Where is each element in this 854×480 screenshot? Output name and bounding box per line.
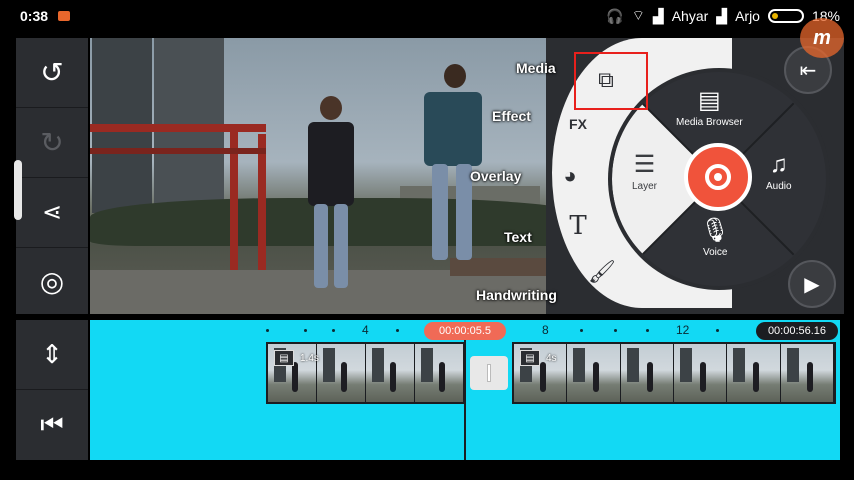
- voice-label: Voice: [703, 247, 728, 258]
- ruler-tick: [396, 329, 399, 332]
- status-right: 🎧 ⌔ ▟ Ahyar ▟ Arjo 18%: [606, 7, 840, 25]
- playhead[interactable]: [464, 340, 466, 460]
- status-time: 0:38: [20, 8, 49, 24]
- share-button[interactable]: ⋖: [16, 178, 88, 248]
- effect-label: Effect: [492, 108, 531, 124]
- total-time: 00:00:56.16: [756, 322, 838, 340]
- timeline-expand-icon: ⇕: [41, 339, 63, 369]
- layer-label: Layer: [632, 181, 658, 192]
- media-label: Media: [516, 60, 556, 76]
- audio-button[interactable]: ♫ Audio: [766, 151, 792, 193]
- settings-icon: ◎: [39, 265, 65, 297]
- panel-drag-handle[interactable]: [14, 160, 22, 220]
- timeline-toolbar: ⇕ ⏮: [16, 320, 88, 460]
- status-bar: 0:38 🎧 ⌔ ▟ Ahyar ▟ Arjo 18%: [0, 0, 854, 32]
- share-icon: ⋖: [41, 199, 63, 226]
- clip-type-icon: ▤: [274, 350, 294, 366]
- left-toolbar: ↺ ↻ ⋖ ◎: [16, 38, 88, 314]
- audio-label: Audio: [766, 181, 792, 192]
- redo-icon: ↻: [40, 127, 64, 158]
- ruler-tick: [580, 329, 583, 332]
- record-button[interactable]: [684, 143, 752, 211]
- preview-bar-top: [90, 124, 266, 132]
- skip-to-start-icon: ⏮: [40, 409, 64, 439]
- layer-button[interactable]: ☰ Layer: [632, 151, 658, 193]
- brush-icon[interactable]: 🖌: [586, 256, 618, 288]
- play-icon: ▶: [804, 273, 820, 296]
- ruler-tick: [332, 329, 335, 332]
- text-icon[interactable]: T: [562, 210, 594, 242]
- battery-icon: [767, 9, 804, 23]
- voice-button[interactable]: 🎙 Voice: [700, 217, 731, 259]
- notification-icon: [58, 11, 70, 21]
- fx-icon[interactable]: FX: [562, 108, 594, 140]
- microphone-icon: 🎙: [700, 217, 731, 244]
- camera-shutter-icon: [705, 164, 731, 190]
- overlay-icon[interactable]: ◕: [554, 160, 586, 192]
- skip-to-start-button[interactable]: ⏮: [16, 390, 88, 460]
- preview-bar-middle: [90, 148, 266, 154]
- clip-2-duration: 4s: [546, 353, 557, 364]
- carrier-2: Arjo: [735, 8, 760, 24]
- layers-icon: ☰: [633, 151, 656, 178]
- ruler-tick: [646, 329, 649, 332]
- carrier-1: Ahyar: [671, 8, 709, 24]
- signal-icon-2: ▟: [716, 7, 728, 24]
- media-highlight-box: [574, 52, 648, 110]
- text-label: Text: [504, 229, 532, 245]
- headphones-icon: 🎧: [606, 7, 624, 24]
- folder-icon: ▤: [698, 87, 721, 114]
- transition-button[interactable]: [470, 356, 508, 390]
- media-browser-button[interactable]: ▤ Media Browser: [676, 87, 743, 129]
- undo-icon: ↺: [40, 57, 64, 88]
- overlay-label: Overlay: [470, 168, 522, 184]
- preview-bar-post-2: [258, 134, 266, 280]
- handwriting-label: Handwriting: [476, 287, 557, 303]
- video-clip-2[interactable]: [512, 342, 836, 404]
- media-browser-label: Media Browser: [676, 117, 743, 128]
- undo-button[interactable]: ↺: [16, 38, 88, 108]
- play-button[interactable]: ▶: [788, 260, 836, 308]
- music-note-icon: ♫: [769, 151, 788, 178]
- transition-icon: [487, 364, 491, 382]
- signal-icon: ▟: [652, 7, 664, 24]
- clip-type-icon: ▤: [520, 350, 540, 366]
- ruler-label: 12: [676, 323, 690, 337]
- watermark-logo: m: [800, 18, 844, 58]
- ruler-tick: [304, 329, 307, 332]
- timeline-expand-button[interactable]: ⇕: [16, 320, 88, 390]
- wifi-icon: ⌔: [631, 7, 645, 23]
- ruler-label: 8: [542, 323, 549, 337]
- clip-1-duration: 1.4s: [300, 353, 319, 364]
- current-time: 00:00:05.5: [424, 322, 506, 340]
- ruler-tick: [266, 329, 269, 332]
- settings-button[interactable]: ◎: [16, 246, 88, 316]
- ruler-tick: [716, 329, 719, 332]
- ruler-label: 4: [362, 323, 369, 337]
- exit-icon: ⇤: [799, 59, 817, 82]
- video-clip-1[interactable]: [266, 342, 466, 404]
- ruler-tick: [614, 329, 617, 332]
- redo-button[interactable]: ↻: [16, 108, 88, 178]
